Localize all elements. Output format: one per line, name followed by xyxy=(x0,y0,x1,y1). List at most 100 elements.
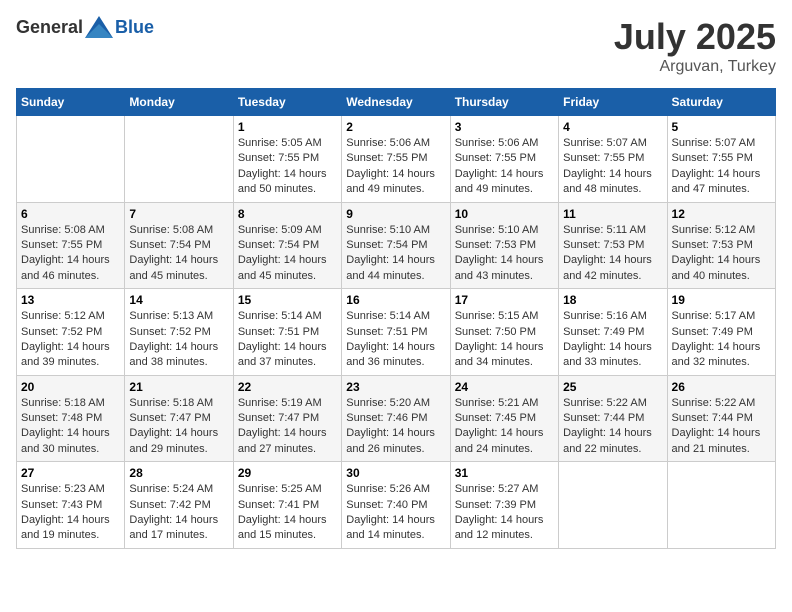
sunset-text: Sunset: 7:55 PM xyxy=(563,152,644,164)
cell-info: Sunrise: 5:18 AMSunset: 7:47 PMDaylight:… xyxy=(129,396,228,458)
day-number: 9 xyxy=(346,207,445,221)
sunrise-text: Sunrise: 5:14 AM xyxy=(238,310,322,322)
daylight-text: Daylight: 14 hours and 15 minutes. xyxy=(238,514,327,541)
sunset-text: Sunset: 7:44 PM xyxy=(563,412,644,424)
calendar-cell: 17Sunrise: 5:15 AMSunset: 7:50 PMDayligh… xyxy=(450,289,558,376)
sunrise-text: Sunrise: 5:21 AM xyxy=(455,397,539,409)
sunrise-text: Sunrise: 5:20 AM xyxy=(346,397,430,409)
cell-info: Sunrise: 5:06 AMSunset: 7:55 PMDaylight:… xyxy=(455,136,554,198)
cell-info: Sunrise: 5:07 AMSunset: 7:55 PMDaylight:… xyxy=(563,136,662,198)
cell-info: Sunrise: 5:18 AMSunset: 7:48 PMDaylight:… xyxy=(21,396,120,458)
sunrise-text: Sunrise: 5:27 AM xyxy=(455,483,539,495)
day-number: 21 xyxy=(129,380,228,394)
sunrise-text: Sunrise: 5:10 AM xyxy=(346,224,430,236)
day-number: 14 xyxy=(129,293,228,307)
sunrise-text: Sunrise: 5:10 AM xyxy=(455,224,539,236)
calendar-cell: 19Sunrise: 5:17 AMSunset: 7:49 PMDayligh… xyxy=(667,289,775,376)
calendar-cell: 28Sunrise: 5:24 AMSunset: 7:42 PMDayligh… xyxy=(125,462,233,549)
day-number: 6 xyxy=(21,207,120,221)
daylight-text: Daylight: 14 hours and 45 minutes. xyxy=(238,254,327,281)
calendar-cell xyxy=(125,116,233,203)
calendar-cell: 8Sunrise: 5:09 AMSunset: 7:54 PMDaylight… xyxy=(233,202,341,289)
daylight-text: Daylight: 14 hours and 45 minutes. xyxy=(129,254,218,281)
calendar-week-row: 27Sunrise: 5:23 AMSunset: 7:43 PMDayligh… xyxy=(17,462,776,549)
column-header-wednesday: Wednesday xyxy=(342,89,450,116)
logo-general: General xyxy=(16,17,83,38)
sunrise-text: Sunrise: 5:15 AM xyxy=(455,310,539,322)
cell-info: Sunrise: 5:19 AM Sunset: 7:47 PM Daylight:… xyxy=(238,396,337,458)
day-number: 24 xyxy=(455,380,554,394)
day-number: 20 xyxy=(21,380,120,394)
calendar-cell: 16Sunrise: 5:14 AMSunset: 7:51 PMDayligh… xyxy=(342,289,450,376)
day-number: 10 xyxy=(455,207,554,221)
sunrise-text: Sunrise: 5:24 AM xyxy=(129,483,213,495)
daylight-text: Daylight: 14 hours and 40 minutes. xyxy=(672,254,761,281)
page-header: General Blue July 2025 Arguvan, Turkey xyxy=(16,16,776,76)
daylight-text: Daylight: 14 hours and 49 minutes. xyxy=(455,168,544,195)
calendar-header-row: SundayMondayTuesdayWednesdayThursdayFrid… xyxy=(17,89,776,116)
sunset-text: Sunset: 7:54 PM xyxy=(129,239,210,251)
calendar-cell: 14 Sunrise: 5:13 AMSunset: 7:52 PMDayligh… xyxy=(125,289,233,376)
calendar-cell: 24Sunrise: 5:21 AMSunset: 7:45 PMDayligh… xyxy=(450,375,558,462)
logo-blue: Blue xyxy=(115,17,154,38)
cell-info: Sunrise: 5:06 AMSunset: 7:55 PMDaylight:… xyxy=(346,136,445,198)
day-number: 4 xyxy=(563,120,662,134)
sunrise-text: Sunrise: 5:19 AM xyxy=(238,397,322,409)
sunset-text: Sunset: 7:39 PM xyxy=(455,499,536,511)
daylight-text: Daylight: 14 hours and 12 minutes. xyxy=(455,514,544,541)
sunset-text: Sunset: 7:45 PM xyxy=(455,412,536,424)
sunrise-text: Sunrise: 5:08 AM xyxy=(129,224,213,236)
location-title: Arguvan, Turkey xyxy=(614,58,776,76)
sunset-text: Sunset: 7:41 PM xyxy=(238,499,319,511)
logo: General Blue xyxy=(16,16,154,38)
calendar-cell: 26Sunrise: 5:22 AMSunset: 7:44 PMDayligh… xyxy=(667,375,775,462)
cell-info: Sunrise: 5:07 AMSunset: 7:55 PMDaylight:… xyxy=(672,136,771,198)
cell-info: Sunrise: 5:27 AM Sunset: 7:39 PM Daylight:… xyxy=(455,482,554,544)
daylight-text: Daylight: 14 hours and 27 minutes. xyxy=(238,427,327,454)
calendar-cell: 22Sunrise: 5:19 AMSunset: 7:47 PMDayligh… xyxy=(233,375,341,462)
day-number: 2 xyxy=(346,120,445,134)
sunset-text: Sunset: 7:40 PM xyxy=(346,499,427,511)
sunrise-text: Sunrise: 5:06 AM xyxy=(455,137,539,149)
column-header-sunday: Sunday xyxy=(17,89,125,116)
cell-info: Sunrise: 5:14 AMSunset: 7:51 PMDaylight:… xyxy=(346,309,445,371)
sunrise-text: Sunrise: 5:16 AM xyxy=(563,310,647,322)
sunset-text: Sunset: 7:48 PM xyxy=(21,412,102,424)
sunset-text: Sunset: 7:47 PM xyxy=(238,412,319,424)
cell-info: Sunrise: 5:09 AMSunset: 7:54 PMDaylight:… xyxy=(238,223,337,285)
calendar-cell xyxy=(667,462,775,549)
cell-info: Sunrise: 5:10 AMSunset: 7:53 PMDaylight:… xyxy=(455,223,554,285)
calendar-cell: 6Sunrise: 5:08 AMSunset: 7:55 PMDaylight… xyxy=(17,202,125,289)
calendar-cell: 9 Sunrise: 5:10 AMSunset: 7:54 PMDaylight… xyxy=(342,202,450,289)
day-number: 1 xyxy=(238,120,337,134)
daylight-text: Daylight: 14 hours and 47 minutes. xyxy=(672,168,761,195)
sunrise-text: Sunrise: 5:17 AM xyxy=(672,310,756,322)
sunrise-text: Sunrise: 5:09 AM xyxy=(238,224,322,236)
sunrise-text: Sunrise: 5:23 AM xyxy=(21,483,105,495)
cell-info: Sunrise: 5:24 AMSunset: 7:42 PMDaylight:… xyxy=(129,482,228,544)
month-title: July 2025 xyxy=(614,16,776,58)
calendar-cell: 11Sunrise: 5:11 AMSunset: 7:53 PMDayligh… xyxy=(559,202,667,289)
day-number: 7 xyxy=(129,207,228,221)
daylight-text: Daylight: 14 hours and 14 minutes. xyxy=(346,514,435,541)
calendar-cell: 18Sunrise: 5:16 AMSunset: 7:49 PMDayligh… xyxy=(559,289,667,376)
cell-info: Sunrise: 5:13 AMSunset: 7:52 PMDaylight:… xyxy=(129,309,228,371)
sunset-text: Sunset: 7:51 PM xyxy=(238,326,319,338)
sunrise-text: Sunrise: 5:07 AM xyxy=(672,137,756,149)
cell-info: Sunrise: 5:20 AMSunset: 7:46 PMDaylight:… xyxy=(346,396,445,458)
sunset-text: Sunset: 7:55 PM xyxy=(346,152,427,164)
calendar-cell: 12Sunrise: 5:12 AMSunset: 7:53 PMDayligh… xyxy=(667,202,775,289)
daylight-text: Daylight: 14 hours and 30 minutes. xyxy=(21,427,110,454)
sunset-text: Sunset: 7:51 PM xyxy=(346,326,427,338)
cell-info: Sunrise: 5:10 AMSunset: 7:54 PMDaylight:… xyxy=(346,223,445,285)
day-number: 3 xyxy=(455,120,554,134)
daylight-text: Daylight: 14 hours and 42 minutes. xyxy=(563,254,652,281)
day-number: 13 xyxy=(21,293,120,307)
day-number: 15 xyxy=(238,293,337,307)
daylight-text: Daylight: 14 hours and 34 minutes. xyxy=(455,341,544,368)
column-header-saturday: Saturday xyxy=(667,89,775,116)
calendar-cell: 20 Sunrise: 5:18 AMSunset: 7:48 PMDayligh… xyxy=(17,375,125,462)
sunset-text: Sunset: 7:46 PM xyxy=(346,412,427,424)
daylight-text: Daylight: 14 hours and 38 minutes. xyxy=(129,341,218,368)
sunrise-text: Sunrise: 5:18 AM xyxy=(129,397,213,409)
